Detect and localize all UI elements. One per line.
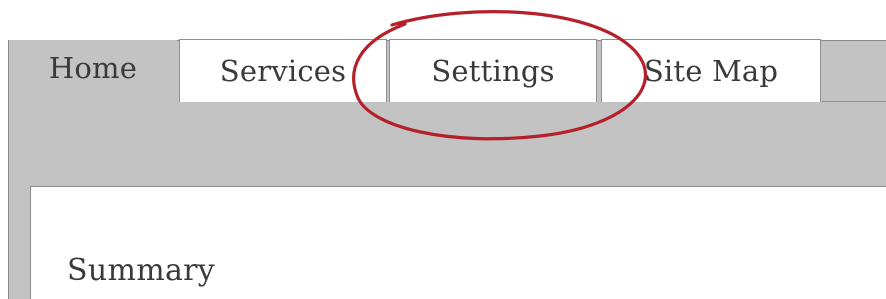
tab-site-map-label: Site Map [643, 54, 779, 88]
tab-settings[interactable]: Settings [389, 39, 597, 102]
tab-home-label: Home [48, 51, 138, 85]
tab-settings-label: Settings [431, 54, 555, 88]
tab-services[interactable]: Services [179, 39, 387, 102]
tabstrip-divider [822, 101, 886, 102]
tab-site-map[interactable]: Site Map [601, 39, 821, 102]
content-panel: Summary [30, 186, 886, 299]
screenshot-stage: Home Services Settings Site Map Summary [0, 0, 886, 299]
tab-home[interactable]: Home [9, 40, 177, 110]
tab-services-label: Services [219, 54, 347, 88]
summary-heading: Summary [67, 253, 216, 288]
